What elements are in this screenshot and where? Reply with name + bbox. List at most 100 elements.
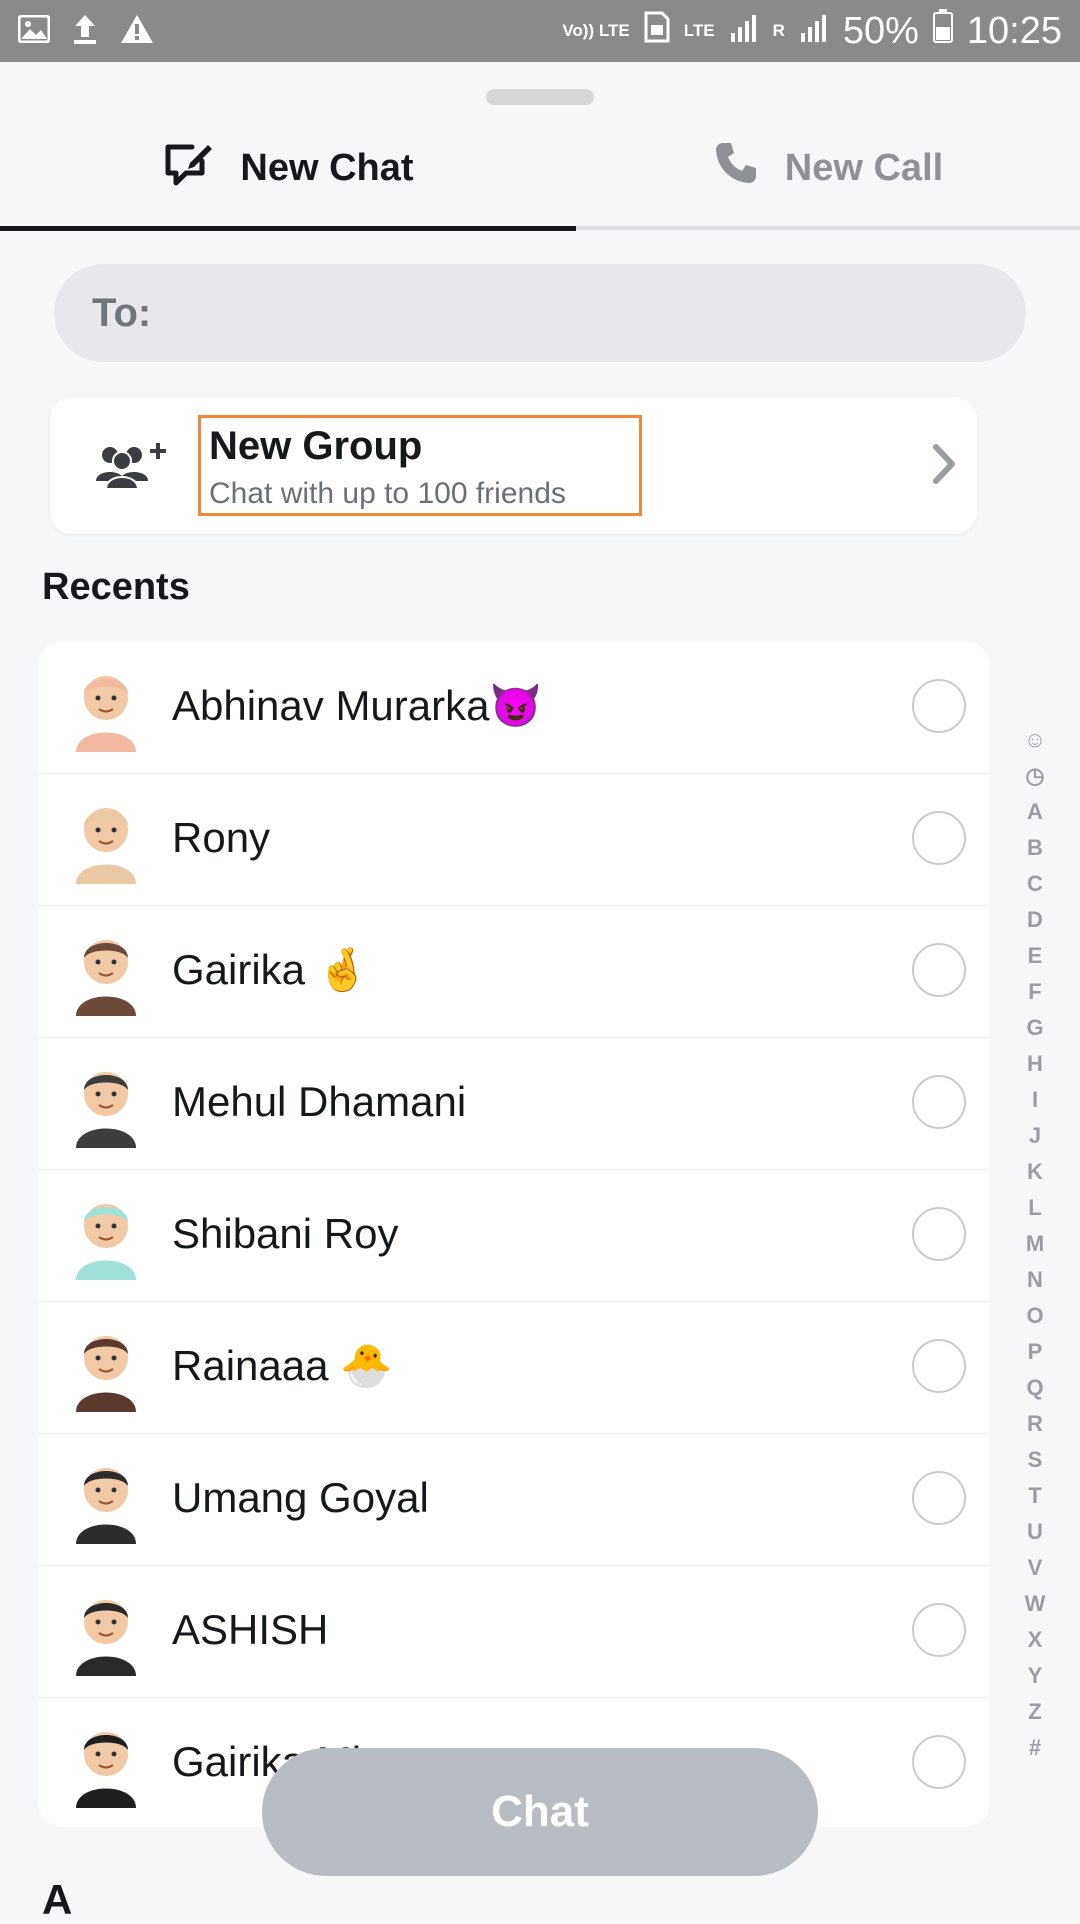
contact-row[interactable]: Shibani Roy (38, 1170, 990, 1302)
alphabet-index-letter[interactable]: P (1022, 1334, 1048, 1370)
signal-icon-2 (799, 10, 829, 53)
select-checkbox[interactable] (912, 811, 966, 865)
new-group-text: New Group Chat with up to 100 friends (198, 415, 642, 516)
contact-name: Shibani Roy (172, 1210, 399, 1257)
to-input[interactable] (165, 290, 1026, 336)
select-checkbox[interactable] (912, 679, 966, 733)
alphabet-index-letter[interactable]: C (1022, 866, 1048, 902)
alphabet-index-letter[interactable]: W (1022, 1586, 1048, 1622)
sim-icon (644, 10, 670, 53)
alphabet-index-letter[interactable]: E (1022, 938, 1048, 974)
recents-heading: Recents (42, 566, 190, 608)
contact-row[interactable]: Gairika 🤞 (38, 906, 990, 1038)
avatar (62, 928, 150, 1016)
roaming-indicator: R (772, 21, 785, 40)
select-checkbox[interactable] (912, 1603, 966, 1657)
alphabet-index-letter[interactable]: B (1022, 830, 1048, 866)
to-label: To: (92, 290, 152, 335)
status-left-icons (17, 13, 154, 50)
avatar (62, 1456, 150, 1544)
sheet-drag-handle[interactable] (486, 89, 594, 105)
status-bar: Vo)) LTE LTE R 50% 10:25 (0, 0, 1080, 62)
contact-name: ASHISH (172, 1606, 329, 1653)
warning-icon (120, 14, 154, 49)
tab-new-call-label: New Call (784, 146, 944, 189)
contact-row[interactable]: Rony (38, 774, 990, 906)
alphabet-index-letter[interactable]: S (1022, 1442, 1048, 1478)
contact-row[interactable]: Rainaaa 🐣 (38, 1302, 990, 1434)
to-field[interactable]: To: (54, 264, 1026, 362)
alphabet-index-letter[interactable]: K (1022, 1154, 1048, 1190)
tab-new-chat[interactable]: New Chat (0, 110, 576, 231)
select-checkbox[interactable] (912, 1075, 966, 1129)
contact-name: Rony (172, 814, 271, 861)
avatar (62, 1060, 150, 1148)
alphabet-index-letter[interactable]: F (1022, 974, 1048, 1010)
select-checkbox[interactable] (912, 1207, 966, 1261)
select-checkbox[interactable] (912, 1471, 966, 1525)
alphabet-index-letter[interactable]: J (1022, 1118, 1048, 1154)
battery-icon (932, 9, 953, 53)
avatar (62, 1720, 150, 1808)
contact-row[interactable]: Abhinav Murarka😈 (38, 642, 990, 774)
contact-row[interactable]: Mehul Dhamani (38, 1038, 990, 1170)
contact-row[interactable]: Umang Goyal (38, 1434, 990, 1566)
alphabet-index-letter[interactable]: R (1022, 1406, 1048, 1442)
new-group-card[interactable]: New Group Chat with up to 100 friends (50, 397, 977, 534)
alphabet-index-letter[interactable]: O (1022, 1298, 1048, 1334)
alphabet-index-letter[interactable]: A (1022, 794, 1048, 830)
contact-name: Mehul Dhamani (172, 1078, 467, 1125)
upload-icon (72, 13, 98, 50)
image-icon (17, 14, 51, 48)
alphabet-index-letter[interactable]: I (1022, 1082, 1048, 1118)
section-header-a: A (42, 1876, 73, 1923)
chevron-right-icon (930, 441, 960, 492)
alphabet-index-letter[interactable]: V (1022, 1550, 1048, 1586)
add-group-icon (96, 439, 172, 494)
contact-name: Abhinav Murarka😈 (172, 682, 542, 729)
alphabet-index-letter[interactable]: # (1022, 1730, 1048, 1766)
alphabet-index-letter[interactable]: X (1022, 1622, 1048, 1658)
tab-bar: New Chat New Call (0, 110, 1080, 231)
alphabet-index-letter[interactable]: G (1022, 1010, 1048, 1046)
lte-indicator: LTE (683, 21, 715, 40)
alphabet-index-letter[interactable]: ☺ (1022, 722, 1048, 758)
avatar (62, 664, 150, 752)
alphabet-index-letter[interactable]: ◷ (1022, 758, 1048, 794)
signal-icon (729, 10, 759, 53)
phone-icon (713, 140, 785, 196)
contact-name: Rainaaa 🐣 (172, 1342, 393, 1389)
contact-name: Umang Goyal (172, 1474, 429, 1521)
select-checkbox[interactable] (912, 1339, 966, 1393)
alphabet-index-letter[interactable]: M (1022, 1226, 1048, 1262)
alphabet-index-letter[interactable]: U (1022, 1514, 1048, 1550)
recents-list: Abhinav Murarka😈 Rony Gairika 🤞 Mehul Dhama… (38, 642, 990, 1827)
alphabet-index-letter[interactable]: T (1022, 1478, 1048, 1514)
contact-name: Gairika 🤞 (172, 946, 369, 993)
avatar (62, 1192, 150, 1280)
new-group-subtitle: Chat with up to 100 friends (209, 477, 566, 510)
avatar (62, 1324, 150, 1412)
status-right: Vo)) LTE LTE R 50% 10:25 (562, 9, 1062, 53)
chat-button[interactable]: Chat (262, 1748, 818, 1876)
tab-new-call[interactable]: New Call (576, 110, 1080, 230)
alphabet-index-letter[interactable]: D (1022, 902, 1048, 938)
select-checkbox[interactable] (912, 943, 966, 997)
alphabet-index-letter[interactable]: Q (1022, 1370, 1048, 1406)
alphabet-index-letter[interactable]: N (1022, 1262, 1048, 1298)
select-checkbox[interactable] (912, 1735, 966, 1789)
volte-indicator: Vo)) LTE (562, 21, 630, 40)
alphabet-index-letter[interactable]: H (1022, 1046, 1048, 1082)
avatar (62, 796, 150, 884)
alphabet-index-letter[interactable]: L (1022, 1190, 1048, 1226)
tab-new-chat-label: New Chat (240, 146, 414, 189)
alphabet-index-letter[interactable]: Y (1022, 1658, 1048, 1694)
clock: 10:25 (966, 9, 1062, 52)
avatar (62, 1588, 150, 1676)
new-group-title: New Group (209, 424, 423, 468)
new-chat-icon (162, 139, 240, 197)
alphabet-index[interactable]: ☺ ◷ A B C D E F G H I J K L M N O P Q R S T U V W X Y Z # (1022, 722, 1048, 1766)
alphabet-index-letter[interactable]: Z (1022, 1694, 1048, 1730)
contact-row[interactable]: ASHISH (38, 1566, 990, 1698)
battery-percent: 50% (842, 9, 919, 52)
